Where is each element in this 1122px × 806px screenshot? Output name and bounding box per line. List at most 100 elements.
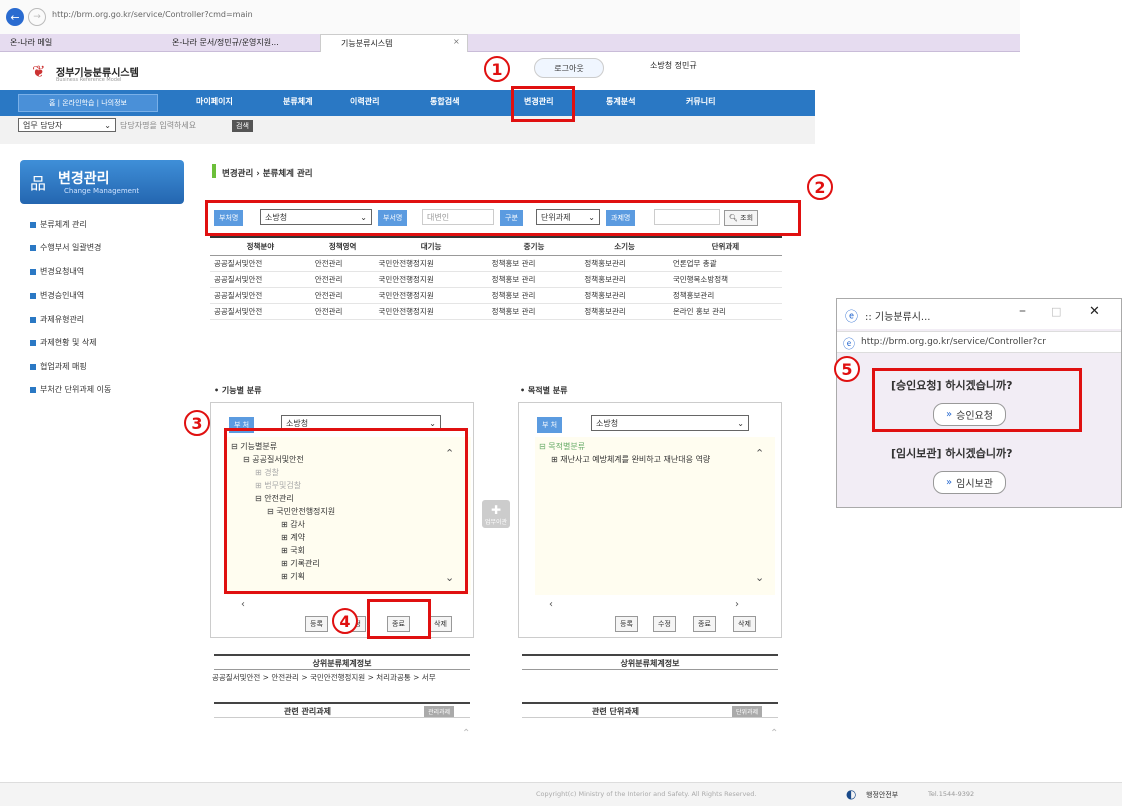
copyright: Copyright(c) Ministry of the Interior an… xyxy=(536,790,757,798)
purpose-edit-button[interactable]: 수정 xyxy=(653,616,676,632)
sidebar-header: 品 변경관리 Change Management xyxy=(20,160,184,204)
sidebar-subtitle: Change Management xyxy=(64,187,140,195)
logout-button[interactable]: 로그아웃 xyxy=(534,58,604,78)
func-delete-button[interactable]: 삭제 xyxy=(429,616,452,632)
table-row[interactable]: 공공질서및안전 안전관리 국민안전행정지원 정책홍보 관리 정책홍보관리 국민행복소방정책 xyxy=(210,271,782,288)
favorite-docs[interactable]: 온-나라 문서/정민규/운영지원... xyxy=(172,37,279,48)
purpose-dept-select[interactable]: 소방청 ⌄ xyxy=(591,415,749,431)
tree-node-label: 목적별분류 xyxy=(548,442,586,451)
back-arrow-icon[interactable]: ← xyxy=(6,8,24,26)
browser-tab[interactable]: 기능분류시스템 × xyxy=(320,34,468,52)
scroll-down-icon[interactable]: ⌄ xyxy=(755,571,764,584)
func-dept-value: 소방청 xyxy=(286,418,309,428)
chevron-down-icon: ⌄ xyxy=(737,418,744,428)
chevron-up-icon[interactable]: ⌃ xyxy=(770,728,778,739)
chevron-down-icon: ⌄ xyxy=(429,418,436,428)
table-cell: 안전관리 xyxy=(310,271,375,288)
top-search-button[interactable]: 검색 xyxy=(232,120,253,132)
table-cell[interactable]: 온라인 홍보 관리 xyxy=(668,303,782,320)
plus-icon: ✚ xyxy=(490,502,502,517)
table-cell: 공공질서및안전 xyxy=(210,287,311,304)
url-text[interactable]: http://brm.org.go.kr/service/Controller?… xyxy=(52,10,253,19)
popup-title: :: 기능분류시... xyxy=(865,312,931,323)
table-cell: 정책홍보 관리 xyxy=(487,271,581,288)
table-cell: 공공질서및안전 xyxy=(210,271,311,288)
sidebar-item[interactable]: 부처간 단위과제 이동 xyxy=(30,384,111,395)
sidebar-item[interactable]: 변경승인내역 xyxy=(30,290,84,301)
search-input[interactable]: 담당자명을 입력하세요 xyxy=(120,120,196,131)
table-cell[interactable]: 언론업무 총괄 xyxy=(668,255,782,272)
sidebar-title: 변경관리 xyxy=(58,171,110,187)
func-register-button[interactable]: 등록 xyxy=(305,616,328,632)
search-type-select[interactable]: 업무 담당자 ⌄ xyxy=(18,118,116,132)
table-row[interactable]: 공공질서및안전 안전관리 국민안전행정지원 정책홍보 관리 정책홍보관리 언론업무 총괄 xyxy=(210,255,782,272)
table-cell: 국민안전행정지원 xyxy=(374,287,488,304)
func-related-button[interactable]: 관리과제 xyxy=(424,706,455,717)
maximize-icon[interactable]: □ xyxy=(1051,305,1061,318)
callout-5: 5 xyxy=(834,356,860,382)
close-icon[interactable]: ✕ xyxy=(1089,304,1100,319)
table-cell: 정책홍보 관리 xyxy=(487,255,581,272)
minimize-icon[interactable]: – xyxy=(1019,303,1026,319)
table-cell: 공공질서및안전 xyxy=(210,303,311,320)
nav-mypage[interactable]: 마이페이지 xyxy=(196,96,233,107)
popup-titlebar: ⓔ :: 기능분류시... – □ ✕ xyxy=(837,299,1121,329)
nav-community[interactable]: 커뮤니티 xyxy=(686,96,715,107)
nav-classification[interactable]: 분류체계 xyxy=(283,96,312,107)
sidebar-item[interactable]: 과제유형관리 xyxy=(30,314,84,325)
temp-save-button[interactable]: » 임시보관 xyxy=(933,471,1006,494)
callout-1: 1 xyxy=(484,56,510,82)
close-icon[interactable]: × xyxy=(453,37,460,46)
highlight-nav-change xyxy=(511,86,575,122)
table-row[interactable]: 공공질서및안전 안전관리 국민안전행정지원 정책홍보 관리 정책홍보관리 온라인 홍보 관… xyxy=(210,303,782,320)
sidebar-item[interactable]: 협업과제 매핑 xyxy=(30,361,87,372)
task-table: 정책분야 정책영역 대기능 중기능 소기능 단위과제 공공질서및안전 안전관리 국민… xyxy=(210,236,782,320)
purpose-related-button[interactable]: 단위과제 xyxy=(732,706,763,717)
highlight-approve xyxy=(872,368,1082,432)
purpose-end-button[interactable]: 종료 xyxy=(693,616,716,632)
tree-node[interactable]: ⊟ 목적별분류 xyxy=(535,441,775,454)
favorites-bar: 온-나라 메일 온-나라 문서/정민규/운영지원... xyxy=(0,34,1020,52)
highlight-tree xyxy=(224,428,468,594)
purpose-register-button[interactable]: 등록 xyxy=(615,616,638,632)
column-header: 정책분야 xyxy=(210,236,311,256)
popup-url: http://brm.org.go.kr/service/Controller?… xyxy=(861,337,1046,347)
logout-label: 로그아웃 xyxy=(554,63,584,73)
purpose-dept-value: 소방청 xyxy=(596,418,619,428)
favorite-mail[interactable]: 온-나라 메일 xyxy=(10,37,52,48)
browser-address-bar: ← → http://brm.org.go.kr/service/Control… xyxy=(0,0,1020,34)
chevron-up-icon[interactable]: ⌃ xyxy=(462,728,470,739)
table-row[interactable]: 공공질서및안전 안전관리 국민안전행정지원 정책홍보 관리 정책홍보관리 정책홍보관리 xyxy=(210,287,782,304)
sidebar-item[interactable]: 분류체계 관리 xyxy=(30,219,87,230)
home-links[interactable]: 홈 | 온라인학습 | 나의정보 xyxy=(18,94,158,112)
sidebar-item[interactable]: 변경요청내역 xyxy=(30,266,84,277)
nav-search[interactable]: 통합검색 xyxy=(430,96,459,107)
table-cell[interactable]: 정책홍보관리 xyxy=(668,287,782,304)
table-cell: 정책홍보 관리 xyxy=(487,303,581,320)
temp-save-label: 임시보관 xyxy=(956,479,993,490)
table-cell: 안전관리 xyxy=(310,303,375,320)
scroll-right-icon[interactable]: › xyxy=(735,599,739,610)
table-cell[interactable]: 국민행복소방정책 xyxy=(668,271,782,288)
table-cell: 국민안전행정지원 xyxy=(374,255,488,272)
highlight-end-button xyxy=(367,599,431,639)
move-task-button[interactable]: ✚ 업무이관 xyxy=(482,500,510,528)
popup-url-bar: ⓔ http://brm.org.go.kr/service/Controlle… xyxy=(837,331,1121,353)
table-cell: 정책홍보 관리 xyxy=(487,287,581,304)
scroll-left-icon[interactable]: ‹ xyxy=(241,599,245,610)
sidebar-item[interactable]: 과제현황 및 삭제 xyxy=(30,337,97,348)
scroll-left-icon[interactable]: ‹ xyxy=(549,599,553,610)
site-logo[interactable]: ❦ 정부기능분류시스템 Business Reference Model xyxy=(32,60,182,86)
nav-history[interactable]: 이력관리 xyxy=(350,96,379,107)
tree-node[interactable]: ⊞ 재난사고 예방체계를 완비하고 재난대응 역량 xyxy=(535,454,775,467)
purpose-delete-button[interactable]: 삭제 xyxy=(733,616,756,632)
mois-logo-icon: ◐ xyxy=(846,787,857,801)
double-chevron-icon: » xyxy=(946,477,953,488)
forward-arrow-icon[interactable]: → xyxy=(28,8,46,26)
nav-statistics[interactable]: 통계분석 xyxy=(606,96,635,107)
scroll-up-icon[interactable]: ⌃ xyxy=(755,447,764,460)
purpose-upper-title: 상위분류체계정보 xyxy=(522,654,778,670)
column-header: 소기능 xyxy=(580,236,669,256)
table-cell: 정책홍보관리 xyxy=(580,271,669,288)
sidebar-item[interactable]: 수행부서 일괄변경 xyxy=(30,242,101,253)
